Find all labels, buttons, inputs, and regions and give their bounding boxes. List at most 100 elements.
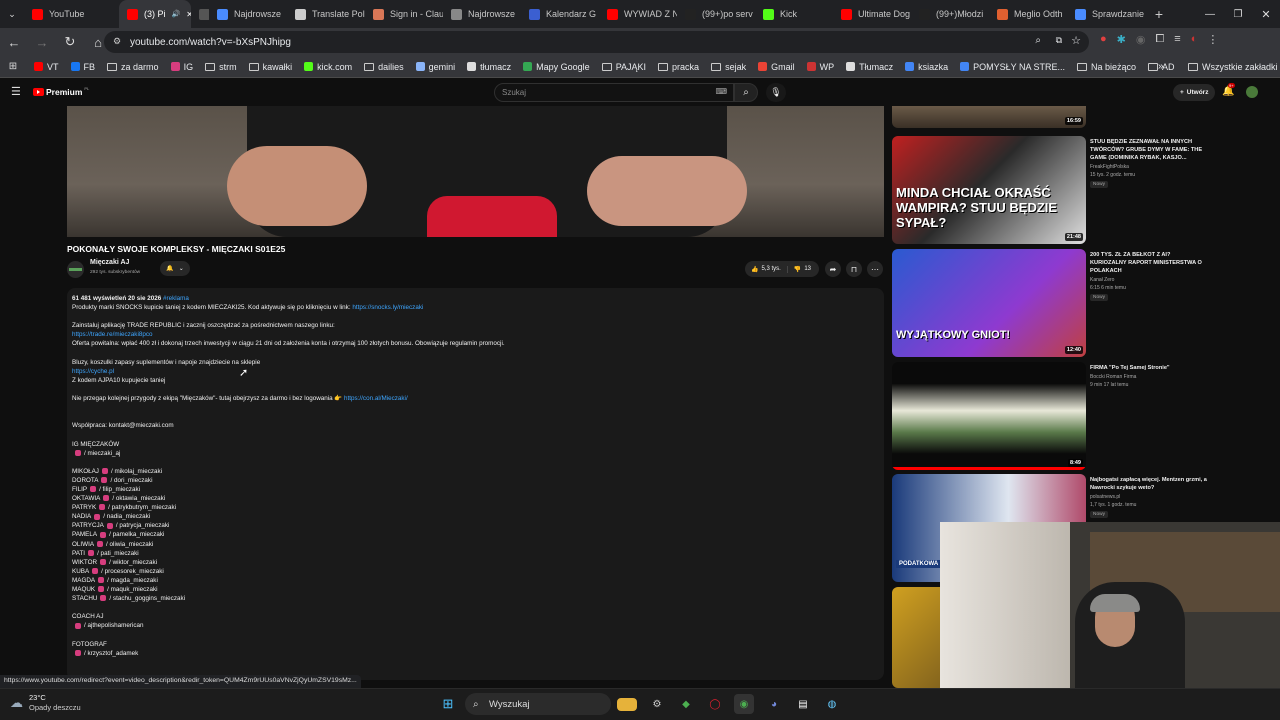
more-actions-button[interactable]: ⋯	[867, 261, 883, 277]
bookmark-item[interactable]: pracka	[658, 62, 699, 72]
bookmark-item[interactable]: kick.com	[304, 62, 352, 72]
save-button[interactable]: ⊓	[846, 261, 862, 277]
all-bookmarks[interactable]: Wszystkie zakładki	[1188, 62, 1278, 72]
instagram-handle-link[interactable]: / oliwia_mieczaki	[106, 541, 153, 548]
bookmark-item[interactable]: Gmail	[758, 62, 795, 72]
create-button[interactable]: + Utwórz	[1173, 84, 1216, 101]
related-video-channel[interactable]: Boccki Roman Firma	[1090, 374, 1136, 380]
related-video-channel[interactable]: Kanał Zero	[1090, 277, 1114, 283]
maximize-icon[interactable]: ❐	[1224, 0, 1252, 28]
dislike-button[interactable]: 👎 13	[788, 266, 817, 273]
instagram-handle-link[interactable]: / procesorek_mieczaki	[101, 568, 164, 575]
bookmark-item[interactable]: Na bieżąco	[1077, 62, 1136, 72]
description-link[interactable]: https://snocks.ly/mieczaki	[352, 304, 423, 311]
channel-avatar[interactable]	[67, 261, 84, 278]
weather-widget[interactable]: ☁ 23°C Opady deszczu	[10, 693, 81, 713]
chrome-icon[interactable]: ◉	[734, 694, 754, 714]
related-video-title[interactable]: Najbogatsi zapłacą więcej. Mentzen grzmi…	[1090, 476, 1208, 492]
tab-audio-icon[interactable]: 🔊	[172, 10, 181, 18]
browser-tab[interactable]: Najdrowsze	[209, 0, 287, 28]
start-button[interactable]: ⊞	[438, 694, 458, 714]
zoom-search-icon[interactable]: ⌕	[1035, 35, 1041, 46]
related-video-title[interactable]: STUU BĘDZIE ZEZNAWAŁ NA INNYCH TWÓRCÓW? …	[1090, 138, 1208, 162]
instagram-handle-link[interactable]: / filip_mieczaki	[99, 486, 140, 493]
browser-tab[interactable]: Translate Pol	[287, 0, 365, 28]
video-thumbnail[interactable]: 16:59	[892, 106, 1086, 128]
bookmark-item[interactable]: IG	[170, 62, 193, 72]
description-link[interactable]: https://cyche.pl	[72, 368, 114, 375]
media-control-icon[interactable]: ≡	[1174, 33, 1180, 46]
browser-tab[interactable]: Meglio Odth	[989, 0, 1067, 28]
instagram-handle-link[interactable]: / magda_mieczaki	[107, 577, 158, 584]
channel-name[interactable]: Mięczaki AJ	[90, 259, 129, 266]
forward-icon[interactable]: →	[28, 28, 56, 56]
browser-tab[interactable]: YouTube	[24, 0, 119, 28]
instagram-handle-link[interactable]: / mikolaj_mieczaki	[111, 468, 162, 475]
file-explorer-icon[interactable]	[617, 698, 637, 711]
taskbar-search[interactable]: ⌕ Wyszukaj	[465, 693, 611, 715]
instagram-handle-link[interactable]: / patrycja_mieczaki	[116, 522, 170, 529]
bookmark-item[interactable]: kawałki	[248, 62, 292, 72]
instagram-handle-link[interactable]: / nadia_mieczaki	[103, 513, 150, 520]
hamburger-menu-icon[interactable]: ☰	[11, 85, 21, 98]
taskbar-app-7-icon[interactable]: ▤	[793, 694, 813, 714]
extensions-puzzle-icon[interactable]: ⧠	[1155, 33, 1164, 46]
taskbar-app-8-icon[interactable]: ◍	[822, 694, 842, 714]
search-button[interactable]: ⌕	[734, 83, 758, 102]
browser-tab[interactable]: Kalendarz G	[521, 0, 599, 28]
minimize-icon[interactable]: —	[1196, 0, 1224, 28]
hashtag-link[interactable]: #reklama	[163, 295, 189, 302]
tab-search-icon[interactable]: ⌄	[0, 0, 24, 28]
bookmark-item[interactable]: za darmo	[107, 62, 159, 72]
video-thumbnail[interactable]: 8:49	[892, 362, 1086, 470]
close-window-icon[interactable]: ✕	[1252, 0, 1280, 28]
extension-icon[interactable]: ✱	[1117, 33, 1126, 46]
like-button[interactable]: 👍 5,3 tys.	[745, 265, 788, 273]
profile-avatar[interactable]: ◐	[1191, 33, 1198, 46]
instagram-handle-link[interactable]: / pamelka_mieczaki	[109, 531, 164, 538]
browser-tab[interactable]: Ultimate Dog	[833, 0, 911, 28]
bookmark-star-icon[interactable]: ☆	[1071, 34, 1081, 47]
site-info-icon[interactable]: ⚙	[113, 36, 121, 47]
bookmark-item[interactable]: POMYSŁY NA STRE...	[960, 62, 1065, 72]
instagram-handle-link[interactable]: / mieczaki_aj	[84, 450, 120, 457]
bookmark-item[interactable]: FB	[70, 62, 95, 72]
browser-tab[interactable]: Najdrowsze	[443, 0, 521, 28]
menu-kebab-icon[interactable]: ⋮	[1207, 33, 1218, 46]
instagram-handle-link[interactable]: / maquk_mieczaki	[107, 586, 157, 593]
voice-search-button[interactable]: 🎙	[766, 83, 786, 102]
bookmarks-overflow-icon[interactable]: »	[1158, 61, 1164, 72]
taskbar-app-2-icon[interactable]: ⚙	[647, 694, 667, 714]
browser-tab[interactable]	[191, 0, 209, 28]
bookmark-item[interactable]: Mapy Google	[523, 62, 590, 72]
instagram-handle-link[interactable]: / stachu_goggins_mieczaki	[109, 595, 185, 602]
related-video-title[interactable]: FIRMA "Po Tej Samej Stronie"	[1090, 364, 1208, 372]
search-input[interactable]: Szukaj ⌨	[494, 83, 734, 102]
share-button[interactable]: ➦	[825, 261, 841, 277]
bookmark-item[interactable]: ksiazka	[905, 62, 948, 72]
keyboard-icon[interactable]: ⌨	[715, 87, 727, 96]
related-video-channel[interactable]: FreakFightPolska	[1090, 164, 1129, 170]
related-video-title[interactable]: 200 TYS. ZŁ ZA BEŁKOT Z AI? KURIOZALNY R…	[1090, 251, 1208, 275]
bookmark-item[interactable]: Tłumacz	[846, 62, 893, 72]
instagram-handle-link[interactable]: / oktawia_mieczaki	[112, 495, 165, 502]
taskbar-app-3-icon[interactable]: ◆	[676, 694, 696, 714]
related-video-channel[interactable]: polsatnews.pl	[1090, 494, 1120, 500]
video-thumbnail[interactable]: WYJĄTKOWY GNIOT! 12:40	[892, 249, 1086, 357]
bookmark-item[interactable]: strm	[205, 62, 237, 72]
new-tab-button[interactable]: +	[1145, 0, 1173, 28]
bookmark-item[interactable]: dailies	[364, 62, 404, 72]
instagram-handle-link[interactable]: / pati_mieczaki	[97, 550, 139, 557]
video-player[interactable]	[67, 106, 884, 237]
instagram-handle-link[interactable]: / patrykbutrym_mieczaki	[108, 504, 176, 511]
subscribed-button[interactable]: 🔔 ⌄	[160, 261, 190, 276]
instagram-handle-link[interactable]: / wiktor_mieczaki	[109, 559, 157, 566]
bookmark-item[interactable]: tłumacz	[467, 62, 511, 72]
discord-icon[interactable]: ◕	[764, 694, 784, 714]
browser-tab[interactable]: (99+)po serv	[677, 0, 755, 28]
instagram-handle-link[interactable]: / krzysztof_adamek	[84, 650, 138, 657]
bookmark-item[interactable]: sejak	[711, 62, 746, 72]
extension-2-icon[interactable]: ◉	[1136, 33, 1146, 46]
description-link[interactable]: https://con.al/Mieczaki/	[344, 395, 408, 402]
bookmark-item[interactable]: VT	[34, 62, 59, 72]
